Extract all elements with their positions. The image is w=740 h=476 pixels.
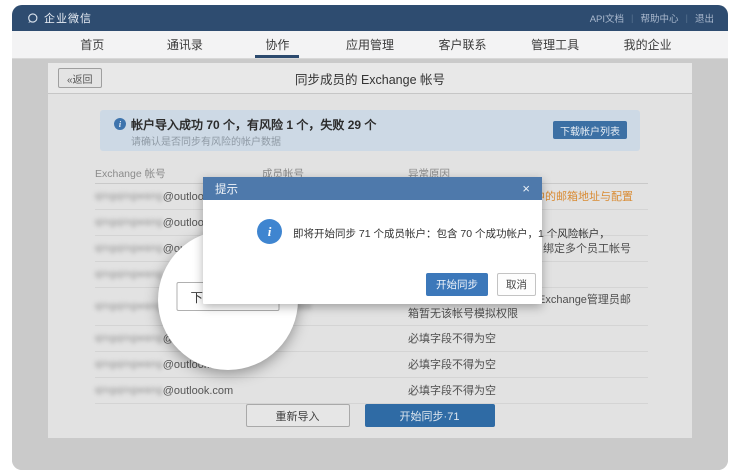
brand-name: 企业微信 [44, 10, 92, 26]
modal-info-icon: i [257, 219, 282, 244]
table-row: qingqingwang@outlook.com 必填字段不得为空 [95, 378, 648, 404]
top-link[interactable]: 帮助中心 [641, 11, 679, 25]
nav-tab-1[interactable]: 通讯录 [145, 31, 225, 58]
member-account-cell [262, 378, 402, 403]
blurred-username: qingqingwang [95, 269, 163, 280]
card-footer: 重新导入 开始同步·71 [48, 404, 692, 427]
nav-tab-6[interactable]: 我的企业 [608, 31, 688, 58]
close-icon[interactable]: × [522, 182, 530, 195]
brand: 企业微信 [26, 10, 92, 26]
error-reason-cell: 必填字段不得为空 [408, 352, 648, 377]
banner-title: 帐户导入成功 70 个，有风险 1 个，失败 29 个 [131, 116, 376, 133]
member-account-cell [262, 352, 402, 377]
top-bar: 企业微信 API文档 | 帮助中心 | 退出 [12, 5, 728, 31]
modal-start-sync-button[interactable]: 开始同步 [426, 273, 488, 296]
top-link[interactable]: API文档 [590, 11, 624, 25]
card-header: «返回 同步成员的 Exchange 帐号 [48, 63, 692, 94]
top-link[interactable]: 退出 [695, 11, 714, 25]
top-link-separator: | [686, 13, 688, 24]
wework-logo-icon [26, 12, 39, 25]
nav-bar: 首页通讯录协作应用管理客户联系管理工具我的企业 [12, 31, 728, 59]
start-sync-footer-button[interactable]: 开始同步·71 [365, 404, 495, 427]
error-reason-text: 必填字段不得为空 [408, 358, 648, 372]
exchange-account-cell: qingqingwang@outlook.com [95, 378, 255, 403]
nav-tab-0[interactable]: 首页 [52, 31, 132, 58]
error-reason-text: 箱暂无该帐号模拟权限 [408, 307, 648, 321]
nav-tab-5[interactable]: 管理工具 [515, 31, 595, 58]
page-title: 同步成员的 Exchange 帐号 [48, 63, 692, 94]
modal-title: 提示 [215, 181, 238, 197]
app-window: 企业微信 API文档 | 帮助中心 | 退出 首页通讯录协作应用管理客户联系管理工具我的… [12, 5, 728, 470]
blurred-username: qingqingwang [95, 333, 163, 344]
modal-cancel-button[interactable]: 取消 [497, 273, 536, 296]
screenshot-stage: 企业微信 API文档 | 帮助中心 | 退出 首页通讯录协作应用管理客户联系管理工具我的… [0, 0, 740, 476]
table-row: qingqingwang@outlook.com必填字段不得为空 [95, 352, 648, 378]
import-result-banner: i 帐户导入成功 70 个，有风险 1 个，失败 29 个 请确认是否同步有风险… [100, 110, 640, 151]
error-reason-text: 必填字段不得为空 [408, 384, 648, 398]
blurred-username: qingqingwang [95, 191, 163, 202]
banner-subtitle: 请确认是否同步有风险的帐户数据 [131, 133, 281, 148]
error-reason-cell: 必填字段不得为空 [408, 378, 648, 403]
blurred-username: qingqingwang [95, 217, 163, 228]
blurred-username: qingqingwang [95, 243, 163, 254]
nav-tab-2[interactable]: 协作 [237, 31, 317, 58]
top-links: API文档 | 帮助中心 | 退出 [590, 11, 714, 25]
column-header-exchange-account: Exchange 帐号 [95, 166, 166, 181]
blurred-username: qingqingwang [95, 359, 163, 370]
confirm-sync-modal: 提示 × i 即将开始同步 71 个成员帐户：包含 70 个成功帐户，1 个风险… [203, 177, 542, 304]
modal-message: 即将开始同步 71 个成员帐户：包含 70 个成功帐户，1 个风险帐户， [293, 226, 610, 241]
top-link-separator: | [631, 13, 633, 24]
reimport-button[interactable]: 重新导入 [246, 404, 350, 427]
modal-header: 提示 × [203, 177, 542, 200]
blurred-username: qingqingwang [95, 385, 163, 396]
modal-footer: 开始同步 取消 [426, 273, 536, 296]
download-account-list-button[interactable]: 下载帐户列表 [553, 121, 627, 139]
info-icon: i [114, 118, 126, 130]
error-reason-text: 必填字段不得为空 [408, 332, 648, 346]
nav-tab-4[interactable]: 客户联系 [423, 31, 503, 58]
nav-tab-3[interactable]: 应用管理 [330, 31, 410, 58]
error-reason-cell: 必填字段不得为空 [408, 326, 648, 351]
email-domain: @outlook.com [163, 385, 233, 397]
blurred-username: qingqingwang [95, 301, 163, 312]
